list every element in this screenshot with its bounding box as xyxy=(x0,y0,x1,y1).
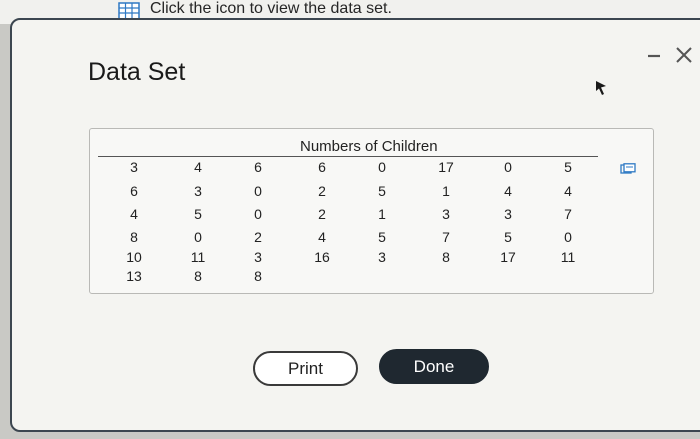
table-cell: 3 xyxy=(194,183,202,199)
mouse-cursor-icon xyxy=(596,81,606,95)
table-cell: 2 xyxy=(318,206,326,222)
table-cell: 4 xyxy=(564,183,572,199)
table-cell: 7 xyxy=(442,229,450,245)
dialog-title: Data Set xyxy=(88,58,186,86)
table-cell: 4 xyxy=(504,183,512,199)
table-cell: 3 xyxy=(254,249,262,265)
table-cell: 11 xyxy=(560,249,576,265)
table-cell: 3 xyxy=(442,206,450,222)
table-cell: 8 xyxy=(254,268,262,284)
done-button[interactable]: Done xyxy=(379,349,489,384)
instruction-text: Click the icon to view the data set. xyxy=(150,0,392,17)
table-cell: 0 xyxy=(254,183,262,199)
table-cell: 0 xyxy=(378,159,386,175)
table-cell: 4 xyxy=(194,159,202,175)
table-cell: 6 xyxy=(254,159,262,175)
table-cell: 8 xyxy=(194,268,202,284)
table-cell: 17 xyxy=(500,249,516,265)
minimize-icon[interactable] xyxy=(645,46,663,64)
table-cell: 13 xyxy=(126,268,142,284)
table-cell: 0 xyxy=(504,159,512,175)
table-cell: 7 xyxy=(564,206,572,222)
table-cell: 4 xyxy=(318,229,326,245)
table-cell: 8 xyxy=(442,249,450,265)
table-cell: 1 xyxy=(378,206,386,222)
table-cell: 0 xyxy=(194,229,202,245)
table-cell: 10 xyxy=(126,249,142,265)
copy-icon[interactable] xyxy=(620,163,636,175)
table-cell: 1 xyxy=(442,183,450,199)
table-cell: 11 xyxy=(190,249,206,265)
table-cell: 6 xyxy=(318,159,326,175)
table-cell: 4 xyxy=(130,206,138,222)
table-cell: 5 xyxy=(378,229,386,245)
print-button[interactable]: Print xyxy=(253,351,358,386)
table-cell: 8 xyxy=(130,229,138,245)
page: Click the icon to view the data set. Dat… xyxy=(0,0,700,439)
table-cell: 5 xyxy=(378,183,386,199)
table-cell: 17 xyxy=(438,159,454,175)
table-cell: 16 xyxy=(314,249,330,265)
caption-divider xyxy=(98,156,598,157)
close-icon[interactable] xyxy=(672,44,696,66)
table-cell: 5 xyxy=(564,159,572,175)
table-cell: 5 xyxy=(194,206,202,222)
table-cell: 3 xyxy=(378,249,386,265)
table-cell: 3 xyxy=(504,206,512,222)
table-cell: 5 xyxy=(504,229,512,245)
table-cell: 0 xyxy=(564,229,572,245)
table-caption: Numbers of Children xyxy=(300,138,438,155)
table-cell: 2 xyxy=(318,183,326,199)
table-cell: 3 xyxy=(130,159,138,175)
table-cell: 0 xyxy=(254,206,262,222)
table-cell: 6 xyxy=(130,183,138,199)
table-cell: 2 xyxy=(254,229,262,245)
